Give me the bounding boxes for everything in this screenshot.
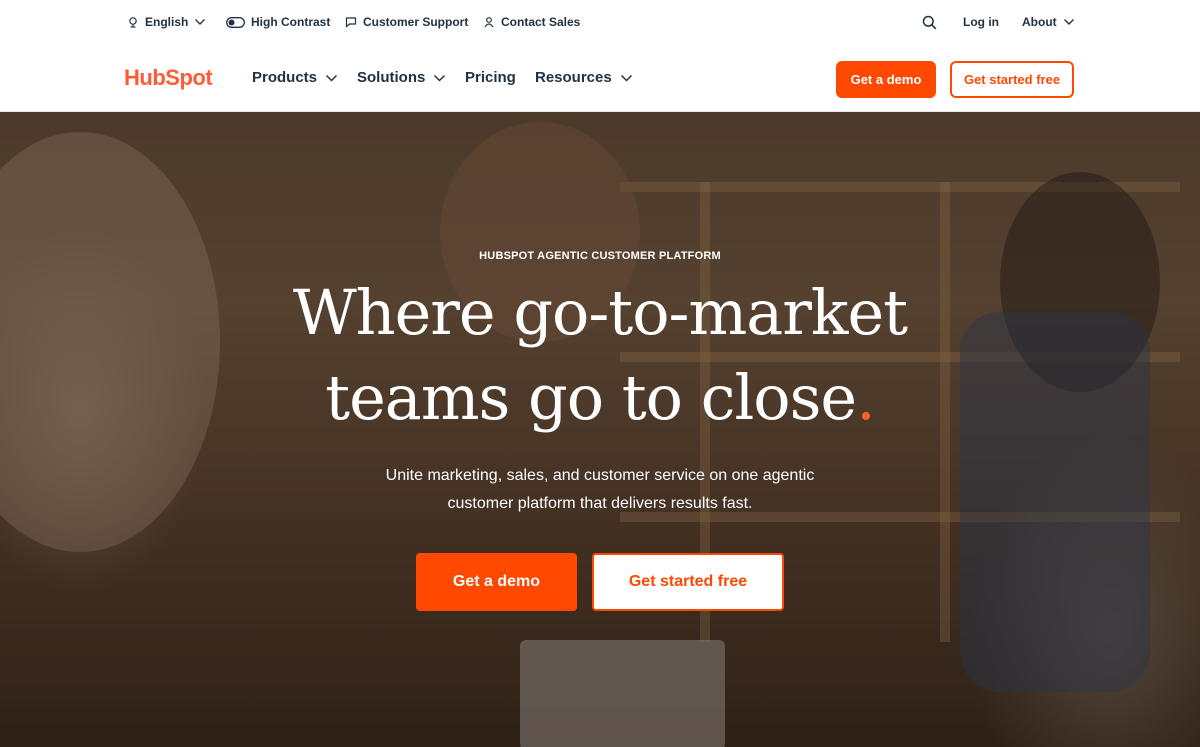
customer-support-link[interactable]: Customer Support (345, 15, 468, 29)
hero-headline-word: close (700, 361, 857, 434)
toggle-icon (226, 16, 245, 28)
hubspot-logo[interactable]: HubSpot (124, 65, 213, 91)
language-label: English (145, 15, 189, 29)
about-menu[interactable]: About (1022, 15, 1075, 29)
high-contrast-label: High Contrast (251, 15, 331, 29)
chevron-down-icon (325, 74, 338, 82)
hero-headline-text: teams go to (325, 361, 683, 434)
hero-headline-line1: Where go-to-market (292, 276, 908, 349)
nav-products[interactable]: Products (252, 69, 338, 86)
search-button[interactable] (922, 15, 937, 30)
hero-eyebrow: HUBSPOT AGENTIC CUSTOMER PLATFORM (479, 250, 721, 262)
get-started-free-button[interactable]: Get started free (950, 61, 1074, 98)
hero-subtext-line1: Unite marketing, sales, and customer ser… (385, 467, 815, 484)
login-link[interactable]: Log in (963, 15, 999, 29)
chevron-down-icon (434, 74, 446, 82)
chevron-down-icon (620, 74, 632, 82)
hero-subtext: Unite marketing, sales, and customer ser… (300, 462, 900, 518)
nav-products-label: Products (252, 69, 318, 86)
login-label: Log in (963, 15, 999, 29)
contact-sales-link[interactable]: Contact Sales (483, 15, 580, 29)
logo-text: HubSpot (124, 65, 213, 90)
search-icon (922, 15, 937, 30)
contact-sales-label: Contact Sales (501, 15, 581, 29)
about-label: About (1022, 15, 1057, 29)
hero-get-started-free-button[interactable]: Get started free (592, 553, 784, 611)
nav-resources-label: Resources (535, 69, 612, 86)
hero-headline-line2: teams go to close. (0, 367, 1200, 429)
high-contrast-toggle[interactable]: High Contrast (226, 15, 330, 29)
person-icon (484, 17, 494, 28)
nav-solutions-label: Solutions (357, 69, 426, 86)
hero-headline-dot: . (856, 361, 876, 434)
hero-subtext-line2: customer platform that delivers results … (447, 495, 753, 512)
utility-bar: English High Contrast Customer Support C… (0, 0, 1200, 46)
globe-icon (129, 17, 137, 28)
language-selector[interactable]: English (127, 15, 206, 29)
nav-pricing[interactable]: Pricing (465, 69, 516, 86)
hero-section: HUBSPOT AGENTIC CUSTOMER PLATFORM Where … (0, 112, 1200, 747)
hero-get-demo-button[interactable]: Get a demo (416, 553, 577, 611)
chevron-down-icon (1063, 19, 1074, 25)
nav-resources[interactable]: Resources (535, 69, 633, 86)
main-navigation: HubSpot Products Solutions Pricing Resou… (0, 46, 1200, 112)
get-demo-button[interactable]: Get a demo (836, 61, 936, 98)
nav-solutions[interactable]: Solutions (357, 69, 446, 86)
nav-pricing-label: Pricing (465, 69, 516, 86)
chevron-down-icon (195, 19, 206, 25)
chat-icon (345, 17, 357, 28)
customer-support-label: Customer Support (363, 15, 469, 29)
